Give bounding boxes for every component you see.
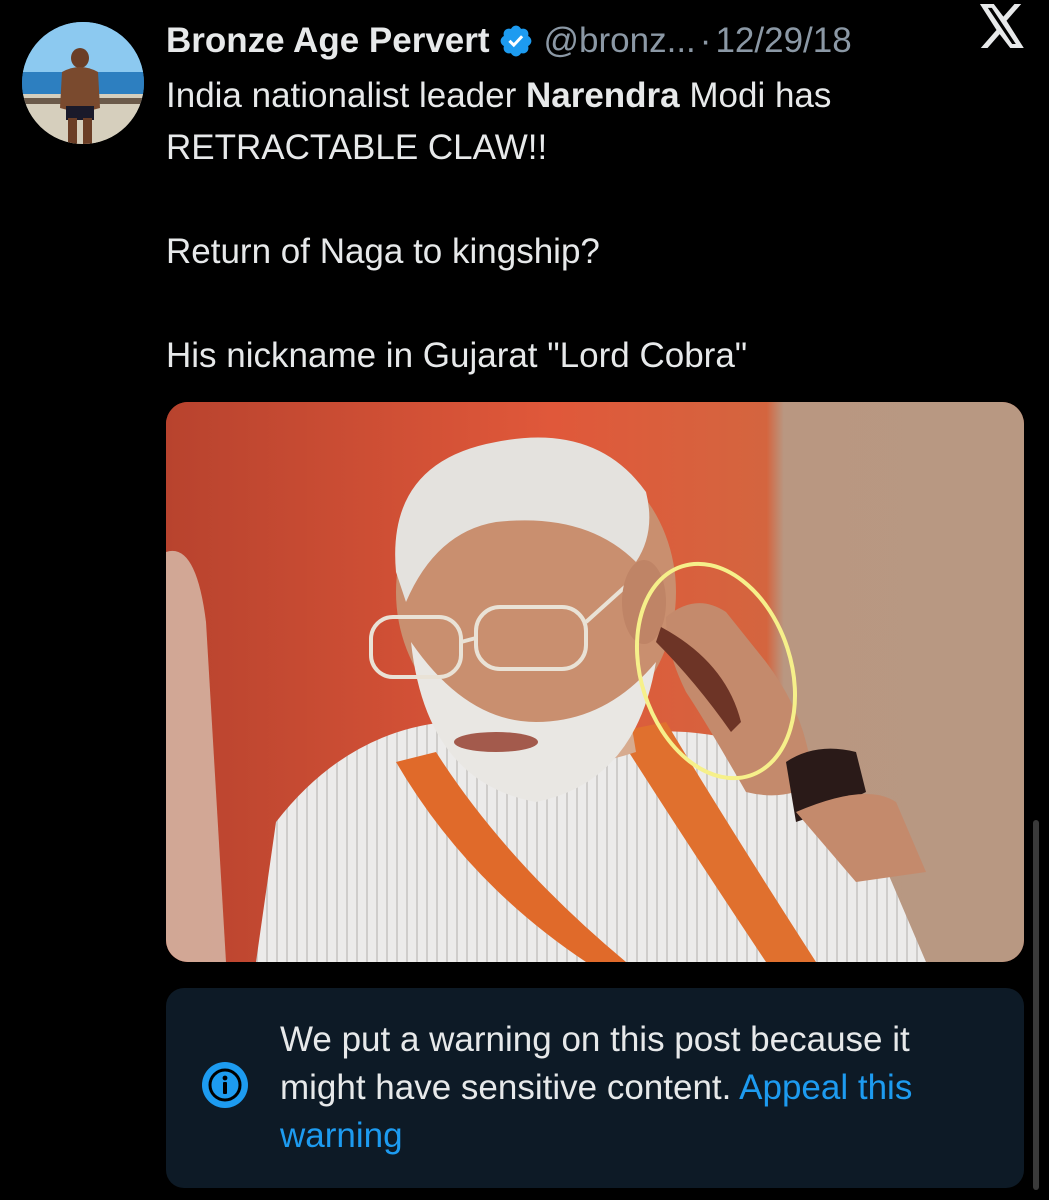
tweet-photo[interactable] [166, 402, 1024, 962]
tweet-body: India nationalist leader Narendra Modi h… [166, 70, 1026, 382]
author-display-name[interactable]: Bronze Age Pervert [166, 21, 490, 61]
verified-badge-icon[interactable] [498, 23, 534, 59]
author-avatar[interactable] [22, 22, 144, 144]
warning-message: We put a warning on this post because it… [280, 1016, 1000, 1160]
info-icon [200, 1060, 250, 1110]
x-logo-icon [977, 4, 1027, 48]
author-handle[interactable]: @bronz... [544, 21, 696, 61]
tweet-bold-word: Narendra [525, 76, 680, 115]
tweet-paragraph-3: His nickname in Gujarat "Lord Cobra" [166, 336, 748, 375]
tweet-header: Bronze Age Pervert @bronz... · 12/29/18 [166, 16, 1036, 66]
tweet-line-1: India nationalist leader Narendra Modi h… [166, 70, 1026, 122]
tweet-text-segment: India nationalist leader [166, 76, 526, 115]
tweet-text-segment: Modi has [679, 76, 832, 115]
sensitive-content-warning: We put a warning on this post because it… [166, 988, 1024, 1188]
header-separator: · [699, 21, 712, 60]
tweet-line-2: RETRACTABLE CLAW!! [166, 128, 548, 167]
photo-content [166, 402, 1024, 962]
scrollbar[interactable] [1033, 820, 1039, 1190]
tweet-date[interactable]: 12/29/18 [715, 21, 851, 61]
tweet-paragraph-2: Return of Naga to kingship? [166, 232, 600, 271]
avatar-photo [22, 22, 144, 144]
